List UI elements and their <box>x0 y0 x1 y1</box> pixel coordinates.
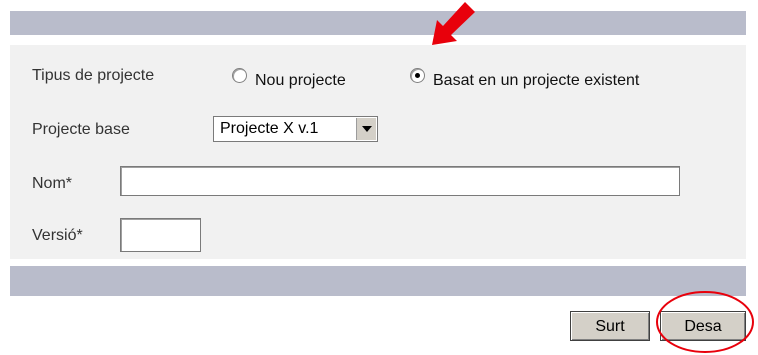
exit-button[interactable]: Surt <box>570 311 650 341</box>
red-arrow-icon <box>432 2 475 45</box>
base-project-label: Projecte base <box>32 121 130 138</box>
radio-new-project[interactable] <box>232 68 247 83</box>
footer-band <box>10 266 746 296</box>
base-project-select-value: Projecte X v.1 <box>220 120 319 137</box>
header-band <box>10 11 746 35</box>
version-input[interactable] <box>120 218 201 252</box>
name-input[interactable] <box>120 166 680 196</box>
base-project-select[interactable]: Projecte X v.1 <box>213 116 378 142</box>
project-form-panel: Tipus de projecte Nou projecte Basat en … <box>10 45 746 259</box>
version-label: Versió* <box>32 227 83 244</box>
red-circle-highlight-icon <box>656 291 754 353</box>
radio-based-on-existing[interactable] <box>410 68 425 83</box>
project-type-label: Tipus de projecte <box>32 67 155 84</box>
radio-selected-dot-icon <box>415 73 420 78</box>
name-label: Nom* <box>32 175 73 192</box>
radio-new-project-label[interactable]: Nou projecte <box>255 72 346 90</box>
chevron-down-icon[interactable] <box>356 118 376 140</box>
radio-based-on-existing-label[interactable]: Basat en un projecte existent <box>433 72 639 90</box>
